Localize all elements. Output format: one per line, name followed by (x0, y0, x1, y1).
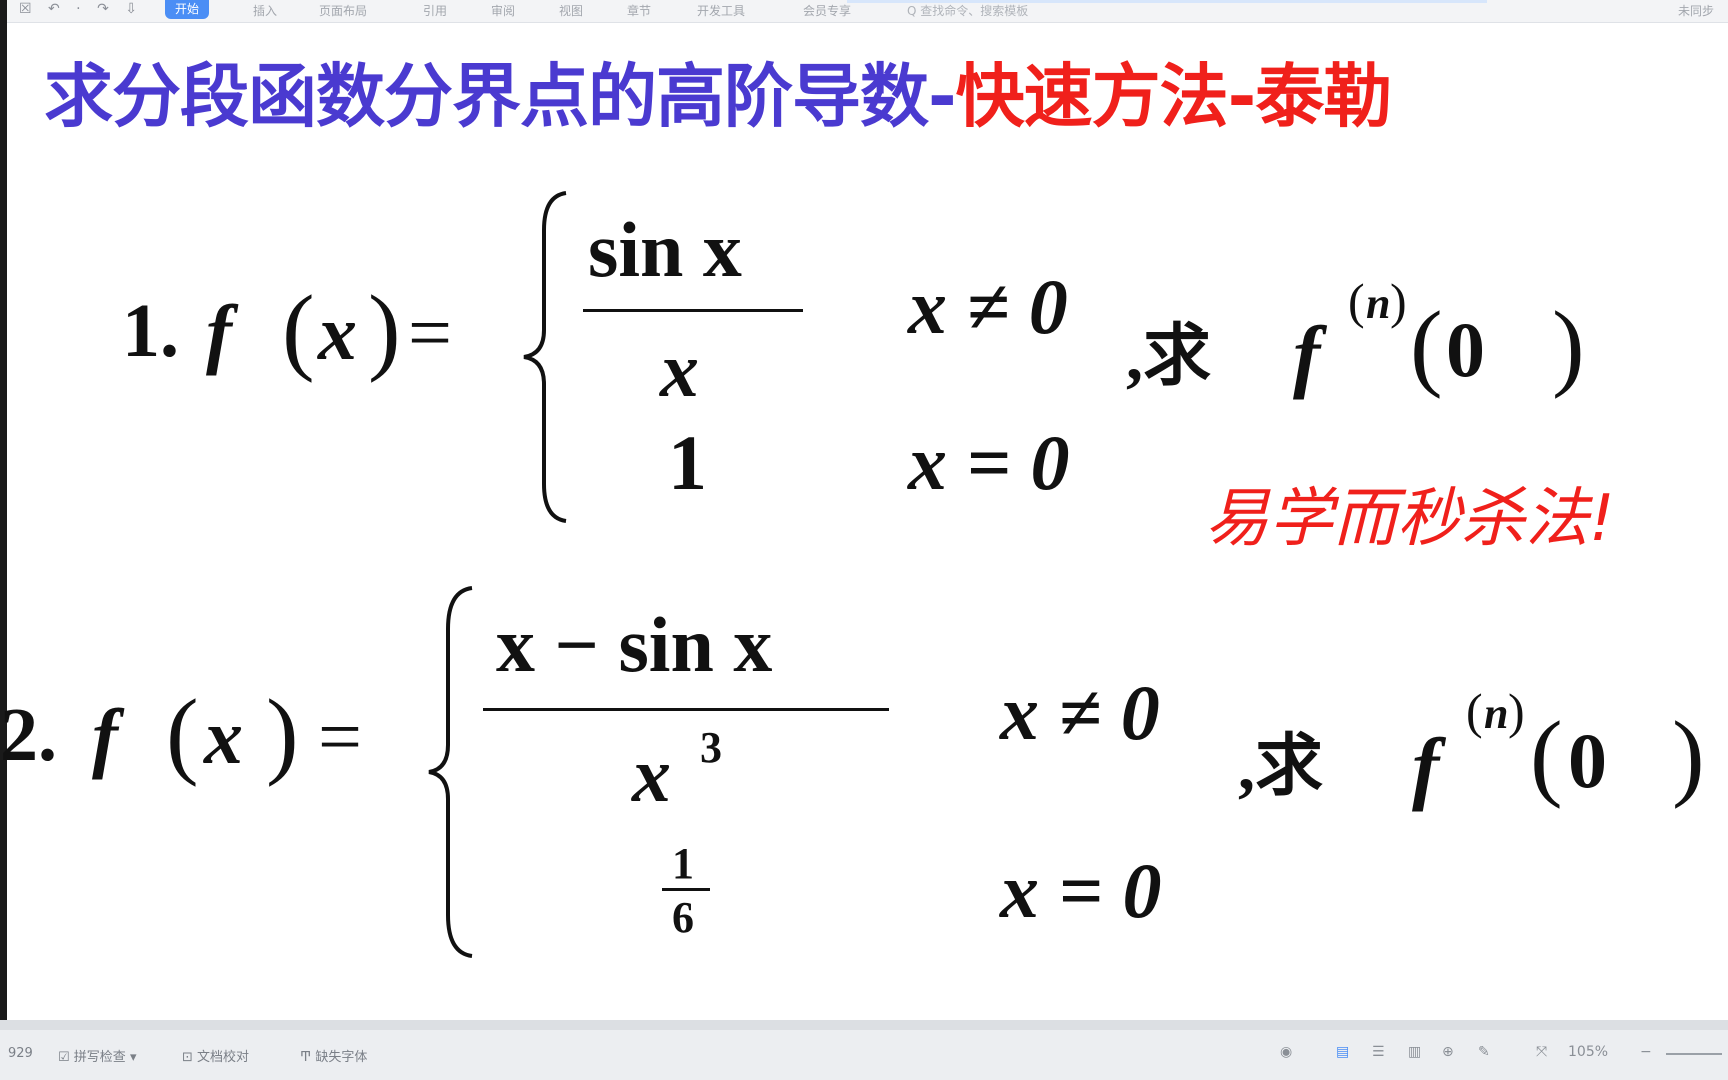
proofread-label: 文档校对 (197, 1050, 250, 1065)
proofread-button[interactable]: ⊡ 文档校对 (182, 1046, 249, 1065)
quick-access-icons[interactable]: ☒ ↶ · ↷ ⇩ (19, 1, 143, 17)
problem-2-case2-numerator: 1 (672, 839, 694, 888)
problem-1-number: 1. (122, 289, 179, 373)
problem-2-equals: = (318, 693, 362, 780)
spellcheck-button[interactable]: ☑ 拼写检查 ▾ (58, 1046, 136, 1065)
tab-view[interactable]: 视图 (559, 2, 583, 19)
problem-2-order-close: ) (1508, 683, 1525, 739)
problem-2-arg-zero: 0 (1568, 717, 1607, 804)
problem-1-brace (523, 191, 567, 523)
problem-2-ask: ,求 (1238, 728, 1324, 804)
status-bar: 929 ☑ 拼写检查 ▾ ⊡ 文档校对 Ͳ 缺失字体 ◉ ▤ ☰ ▥ ⊕ ✎ ⤧… (0, 1020, 1728, 1080)
ribbon-toolbar: ☒ ↶ · ↷ ⇩ 开始 插入 页面布局 引用 审阅 视图 章节 开发工具 会员… (7, 0, 1728, 23)
problem-2-brace (428, 586, 473, 958)
problem-1-f: f (206, 289, 232, 376)
page-count: 929 (8, 1046, 33, 1061)
problem-2-case1-exponent: 3 (700, 723, 722, 772)
window-edge (0, 0, 7, 1080)
problem-2-f: f (92, 693, 118, 780)
spellcheck-label: 拼写检查 (73, 1050, 126, 1065)
eye-icon[interactable]: ◉ (1280, 1044, 1292, 1060)
problem-1-arg-close: ) (1552, 292, 1585, 400)
problem-1-order-close: ) (1390, 273, 1407, 329)
problem-1-case1-numerator: sin x (588, 206, 742, 293)
tab-insert[interactable]: 插入 (253, 2, 277, 19)
zoom-slider[interactable] (1666, 1053, 1722, 1055)
problem-1-arg-open: ( (1410, 292, 1443, 400)
problem-1-case1-condition: x ≠ 0 (908, 263, 1068, 350)
column-view-icon[interactable]: ▥ (1408, 1044, 1421, 1060)
tab-review[interactable]: 审阅 (491, 2, 515, 19)
missing-font-label: 缺失字体 (315, 1050, 368, 1065)
problem-2-order-open: ( (1466, 683, 1483, 739)
problem-2-x: x (204, 693, 243, 780)
problem-2-case1-numerator: x − sin x (496, 601, 773, 688)
problem-2-arg-open: ( (1530, 702, 1563, 810)
problem-1-rparen: ) (368, 276, 401, 384)
tab-section[interactable]: 章节 (627, 2, 651, 19)
problem-2-number: 2. (0, 693, 57, 777)
page-view-icon[interactable]: ▤ (1336, 1044, 1349, 1060)
problem-2-case1-condition: x ≠ 0 (1000, 669, 1160, 756)
problem-1-x: x (318, 289, 357, 376)
handwritten-annotation: 易学而秒杀法! (1205, 482, 1615, 556)
problem-1-order-open: ( (1348, 273, 1365, 329)
problem-2-fraction-bar (483, 708, 889, 711)
problem-1-order-n: n (1366, 279, 1391, 328)
problem-1-case2-condition: x = 0 (908, 419, 1070, 506)
problem-1-lparen: ( (282, 276, 315, 384)
sync-status[interactable]: 未同步 (1678, 2, 1714, 19)
tab-developer[interactable]: 开发工具 (697, 2, 745, 19)
problem-1-ask: ,求 (1126, 318, 1212, 394)
problem-1-f-derivative: f (1293, 309, 1321, 400)
problem-2-case2-fraction-bar (662, 888, 710, 891)
title-part-blue: 求分段函数分界点的高阶导数- (44, 57, 957, 137)
problem-1-equals: = (408, 289, 452, 376)
pen-icon[interactable]: ✎ (1478, 1044, 1490, 1060)
problem-2-case2-condition: x = 0 (1000, 847, 1162, 934)
fit-page-icon[interactable]: ⤧ (1536, 1044, 1547, 1060)
problem-2-case2-denominator: 6 (672, 893, 694, 942)
problem-1-fraction-bar (583, 309, 803, 312)
outline-view-icon[interactable]: ☰ (1372, 1044, 1385, 1060)
tab-member[interactable]: 会员专享 (803, 2, 851, 19)
problem-1-case1-denominator: x (660, 326, 699, 413)
tab-references[interactable]: 引用 (423, 2, 447, 19)
tab-home[interactable]: 开始 (165, 0, 210, 19)
problem-2-f-derivative: f (1412, 721, 1440, 812)
zoom-level[interactable]: 105% (1568, 1044, 1608, 1060)
page-title: 求分段函数分界点的高阶导数-快速方法-泰勒 (44, 40, 1393, 140)
problem-2-arg-close: ) (1672, 702, 1705, 810)
problem-2-order-n: n (1484, 689, 1509, 738)
problem-2-case1-denominator: x (632, 731, 671, 818)
tab-page-layout[interactable]: 页面布局 (319, 2, 367, 19)
command-search[interactable]: Q 查找命令、搜索模板 (907, 2, 1028, 19)
problem-2-lparen: ( (166, 680, 199, 788)
web-view-icon[interactable]: ⊕ (1442, 1044, 1454, 1060)
problem-1-arg-zero: 0 (1446, 306, 1485, 393)
zoom-out-icon[interactable]: − (1640, 1044, 1652, 1060)
missing-font-button[interactable]: Ͳ 缺失字体 (300, 1046, 367, 1065)
title-part-red: 快速方法-泰勒 (955, 57, 1393, 137)
problem-1-case2-value: 1 (668, 419, 707, 506)
problem-2-rparen: ) (266, 680, 299, 788)
handwritten-annotation-text: 易学而秒杀法! (1205, 482, 1615, 556)
